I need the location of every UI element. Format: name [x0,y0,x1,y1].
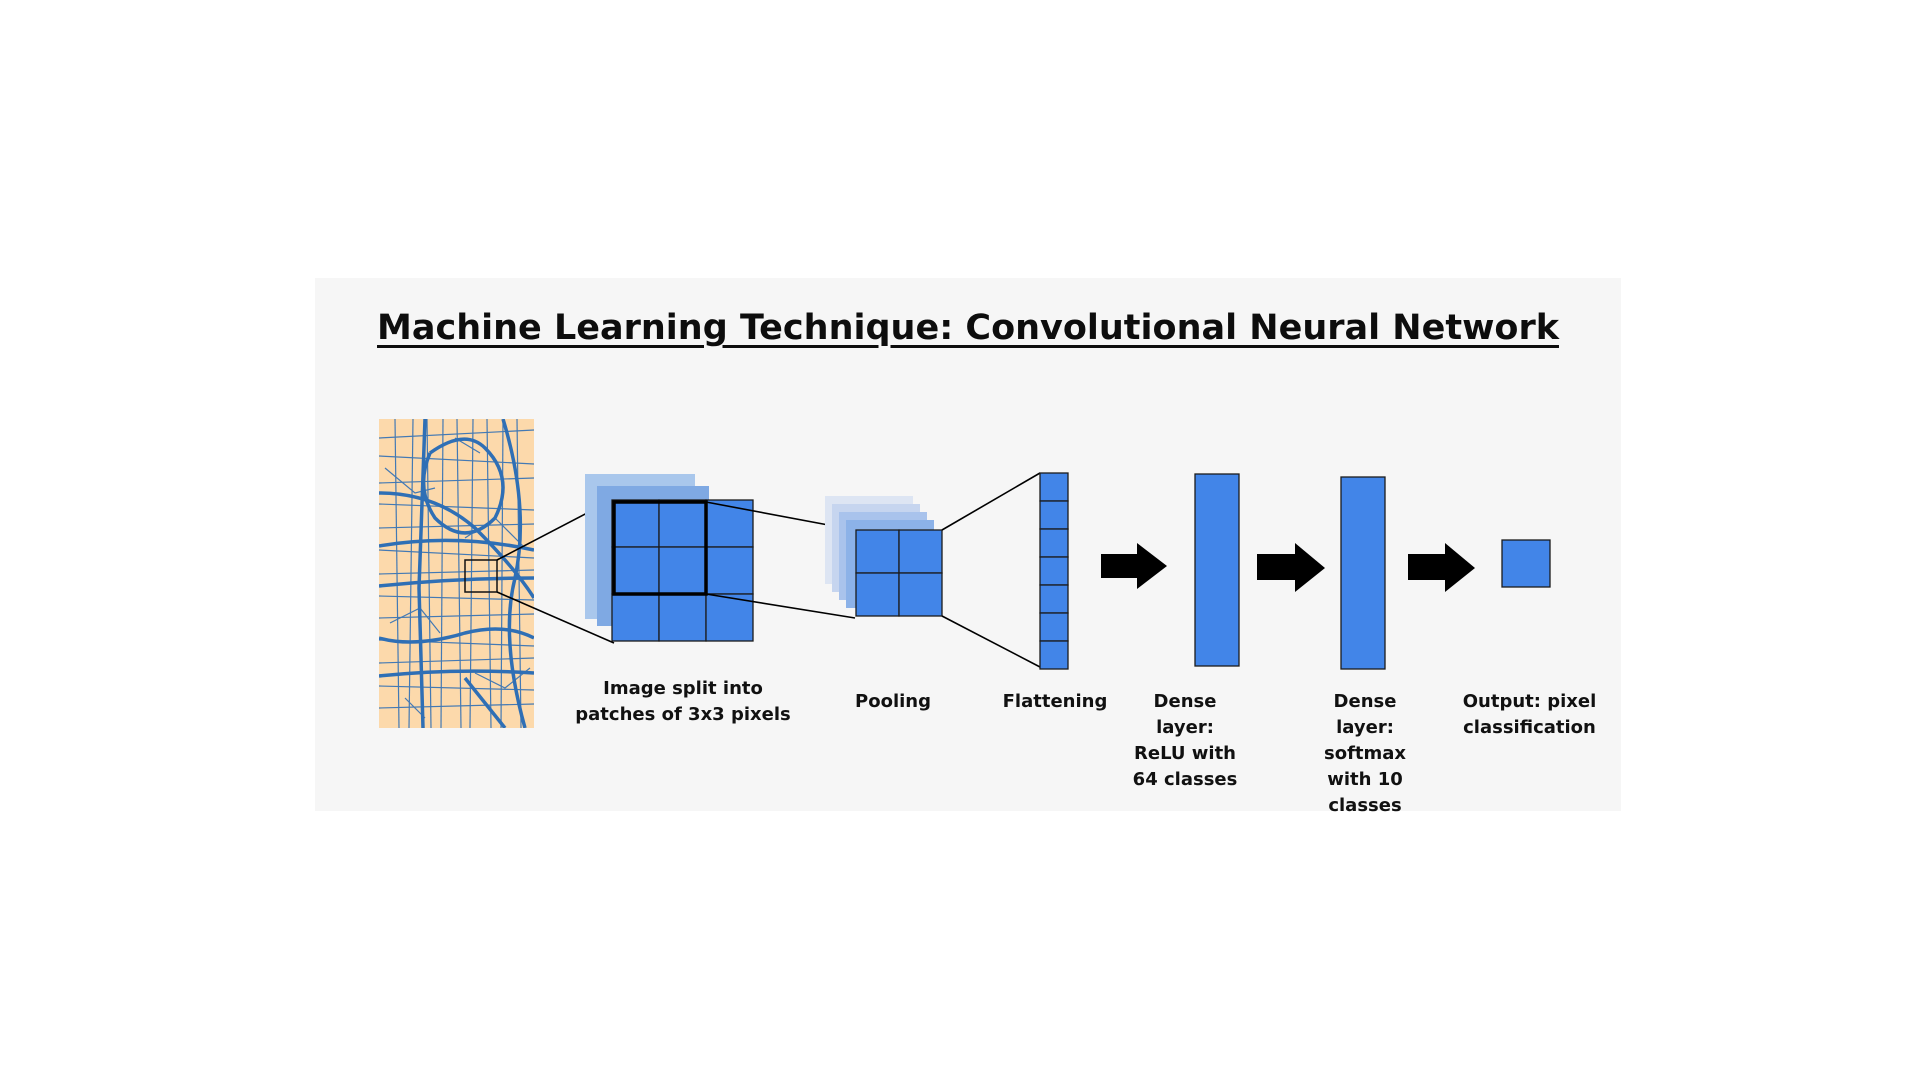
right-arrow-icon [1257,543,1325,592]
output-pixel [1501,539,1551,588]
caption-dense-softmax: Dense layer: softmax with 10 classes [1323,691,1407,816]
dense-layer-softmax [1340,476,1386,670]
input-map-image [379,419,534,728]
caption-patches: Image split into patches of 3x3 pixels [575,678,791,725]
dense-layer-relu [1194,473,1240,667]
flattening-column [1039,472,1069,670]
pooling-stack [825,496,943,617]
right-arrow-icon [1408,543,1475,592]
caption-output: Output: pixel classification [1462,691,1597,738]
caption-dense-relu: Dense layer: ReLU with 64 classes [1132,691,1238,790]
patches-stack [585,474,754,642]
cnn-diagram [379,419,1551,728]
right-arrow-icon [1101,543,1167,589]
diagram-panel: Machine Learning Technique: Convolutiona… [315,278,1621,816]
